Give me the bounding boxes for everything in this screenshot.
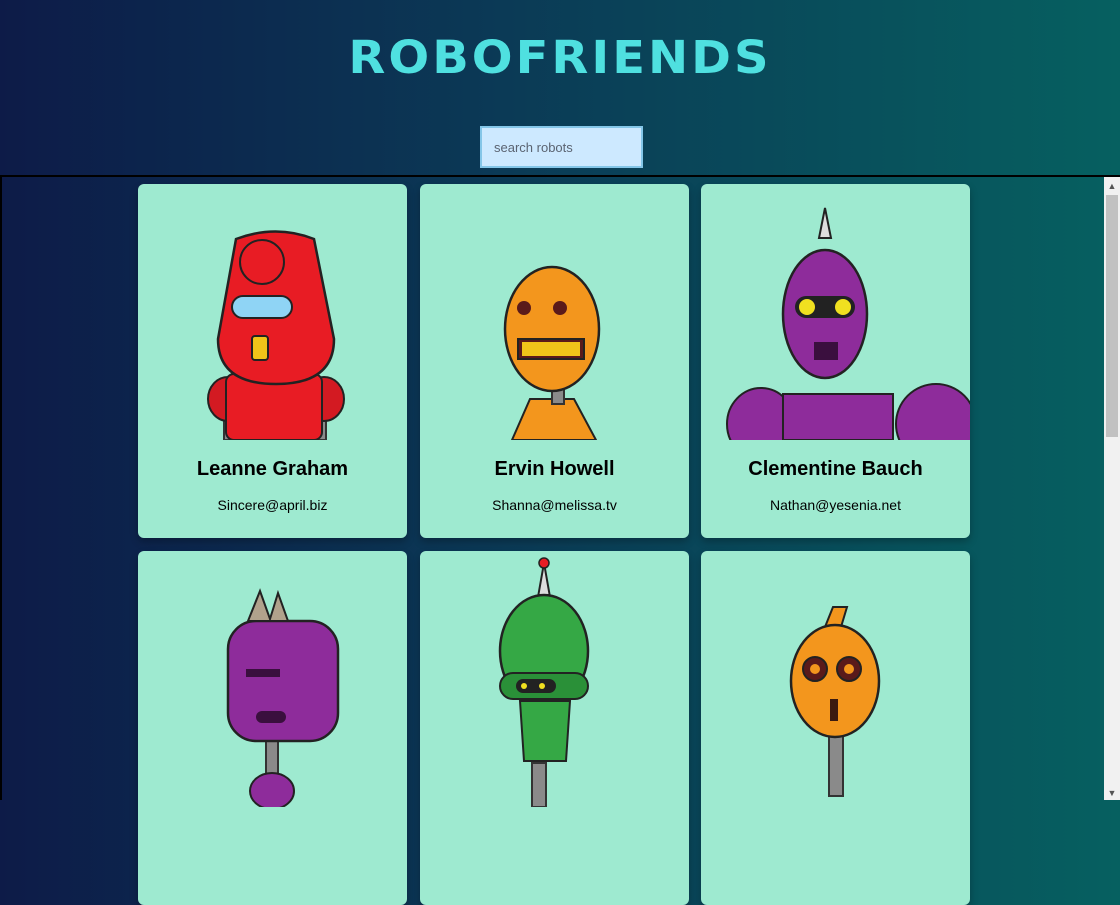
robot-email: Sincere@april.biz: [217, 497, 328, 513]
robot-card[interactable]: [701, 551, 970, 905]
robot-email: Shanna@melissa.tv: [492, 497, 617, 513]
robot-card[interactable]: [138, 551, 407, 905]
scroll-up-icon[interactable]: ▲: [1104, 179, 1120, 193]
robot-card[interactable]: [420, 551, 689, 905]
robot-card[interactable]: Ervin Howell Shanna@melissa.tv: [420, 184, 689, 538]
vertical-scrollbar[interactable]: ▲ ▼: [1104, 177, 1120, 800]
robot-avatar-image: [789, 606, 881, 797]
robot-card[interactable]: Leanne Graham Sincere@april.biz: [138, 184, 407, 538]
robot-card[interactable]: Clementine Bauch Nathan@yesenia.net: [701, 184, 970, 538]
robot-name: Ervin Howell: [494, 458, 615, 480]
robot-avatar-image: [226, 588, 340, 807]
scrollbar-thumb[interactable]: [1106, 195, 1118, 437]
robot-email: Nathan@yesenia.net: [770, 497, 901, 513]
robot-avatar-image: [207, 230, 345, 440]
robot-avatar-image: [726, 207, 970, 440]
robot-avatar-image: [503, 265, 601, 440]
robot-name: Clementine Bauch: [748, 458, 923, 480]
robot-name: Leanne Graham: [196, 458, 349, 480]
robot-list-scroll-area[interactable]: Leanne Graham Sincere@april.biz Ervin Ho…: [0, 175, 1120, 905]
robot-avatar-image: [498, 557, 590, 807]
scroll-down-icon[interactable]: ▼: [1104, 786, 1120, 800]
app-title: ROBOFRIENDS: [348, 31, 772, 85]
search-input[interactable]: [480, 126, 643, 168]
header: ROBOFRIENDS: [0, 0, 1120, 175]
